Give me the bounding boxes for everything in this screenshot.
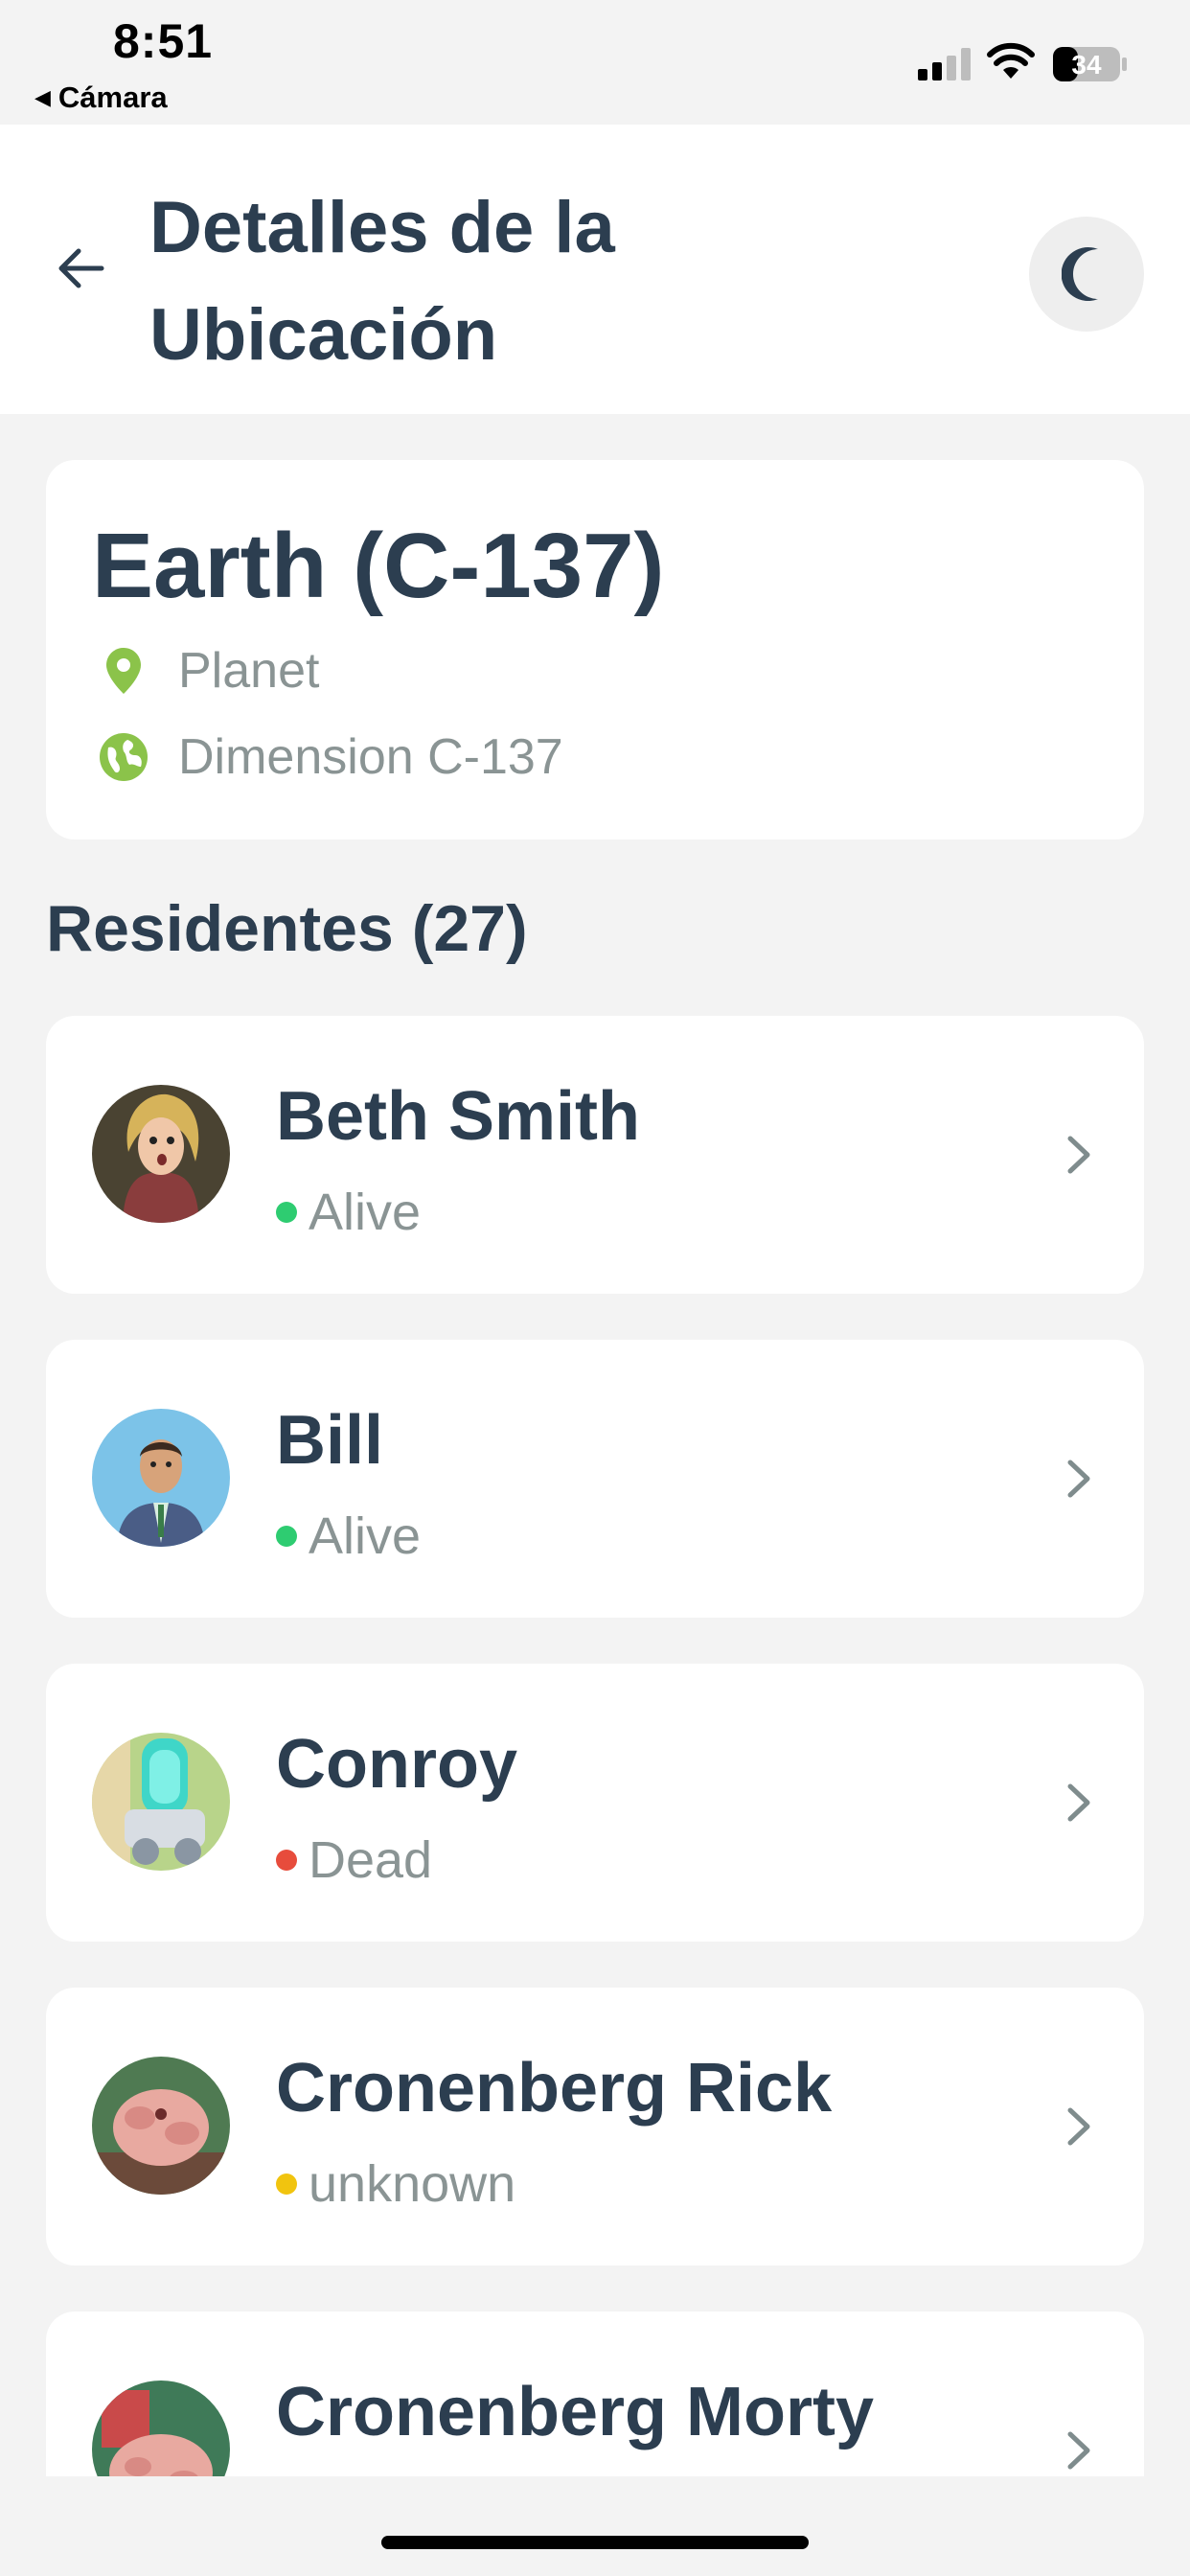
status-dot-icon (276, 2174, 297, 2195)
resident-name: Conroy (276, 1726, 517, 1803)
location-dimension: Dimension C-137 (178, 729, 563, 785)
home-indicator[interactable] (381, 2536, 809, 2549)
resident-status: Alive (276, 1506, 421, 1566)
resident-status: Alive (276, 1183, 421, 1242)
status-bar: 8:51 ◀ Cámara 34 (0, 0, 1190, 125)
resident-status-label: Dead (309, 1831, 433, 1889)
resident-name: Cronenberg Rick (276, 2050, 833, 2127)
resident-name: Cronenberg Morty (276, 2374, 875, 2450)
status-dot-icon (276, 1202, 297, 1223)
location-type: Planet (178, 643, 320, 699)
avatar (92, 1733, 230, 1871)
battery-level: 34 (1071, 50, 1102, 80)
location-name: Earth (C-137) (92, 515, 665, 617)
back-to-app-link[interactable]: ◀ Cámara (34, 80, 168, 115)
battery-icon: 34 (1053, 47, 1127, 81)
resident-name: Beth Smith (276, 1078, 641, 1155)
chevron-right-icon (1050, 1769, 1108, 1836)
app-header: Detalles de la Ubicación (0, 125, 1190, 414)
avatar (92, 1085, 230, 1223)
page-title: Detalles de la Ubicación (149, 187, 615, 376)
resident-card[interactable]: Beth Smith Alive (46, 1016, 1144, 1294)
cellular-signal-icon (918, 48, 971, 80)
bottom-safe-area (0, 2476, 1190, 2576)
resident-name: Bill (276, 1402, 384, 1479)
location-type-row: Planet (98, 642, 319, 700)
back-app-label: Cámara (57, 80, 168, 114)
resident-card[interactable]: Cronenberg Rick unknown (46, 1988, 1144, 2266)
resident-status-label: Alive (309, 1507, 422, 1565)
resident-card[interactable]: Conroy Dead (46, 1664, 1144, 1942)
status-dot-icon (276, 1526, 297, 1547)
theme-toggle-button[interactable] (1029, 217, 1144, 332)
status-time: 8:51 (113, 14, 214, 68)
location-dimension-row: Dimension C-137 (98, 728, 563, 786)
back-triangle-icon: ◀ (34, 85, 51, 109)
chevron-right-icon (1050, 2417, 1108, 2484)
chevron-right-icon (1050, 1121, 1108, 1188)
avatar (92, 1409, 230, 1547)
map-pin-icon (98, 645, 149, 697)
chevron-right-icon (1050, 1445, 1108, 1512)
chevron-right-icon (1050, 2093, 1108, 2160)
resident-card[interactable]: Bill Alive (46, 1340, 1144, 1618)
resident-status: Dead (276, 1830, 432, 1890)
status-dot-icon (276, 1850, 297, 1871)
back-button[interactable] (50, 238, 111, 299)
resident-status: unknown (276, 2154, 515, 2214)
globe-icon (98, 731, 149, 783)
moon-icon (1062, 247, 1098, 301)
arrow-left-icon (58, 248, 104, 288)
resident-status-label: unknown (309, 2155, 516, 2213)
residents-heading: Residentes (27) (46, 892, 528, 965)
location-card: Earth (C-137) Planet Dimension C-137 (46, 460, 1144, 840)
avatar (92, 2057, 230, 2195)
wifi-icon (987, 42, 1035, 79)
resident-status-label: Alive (309, 1184, 422, 1241)
